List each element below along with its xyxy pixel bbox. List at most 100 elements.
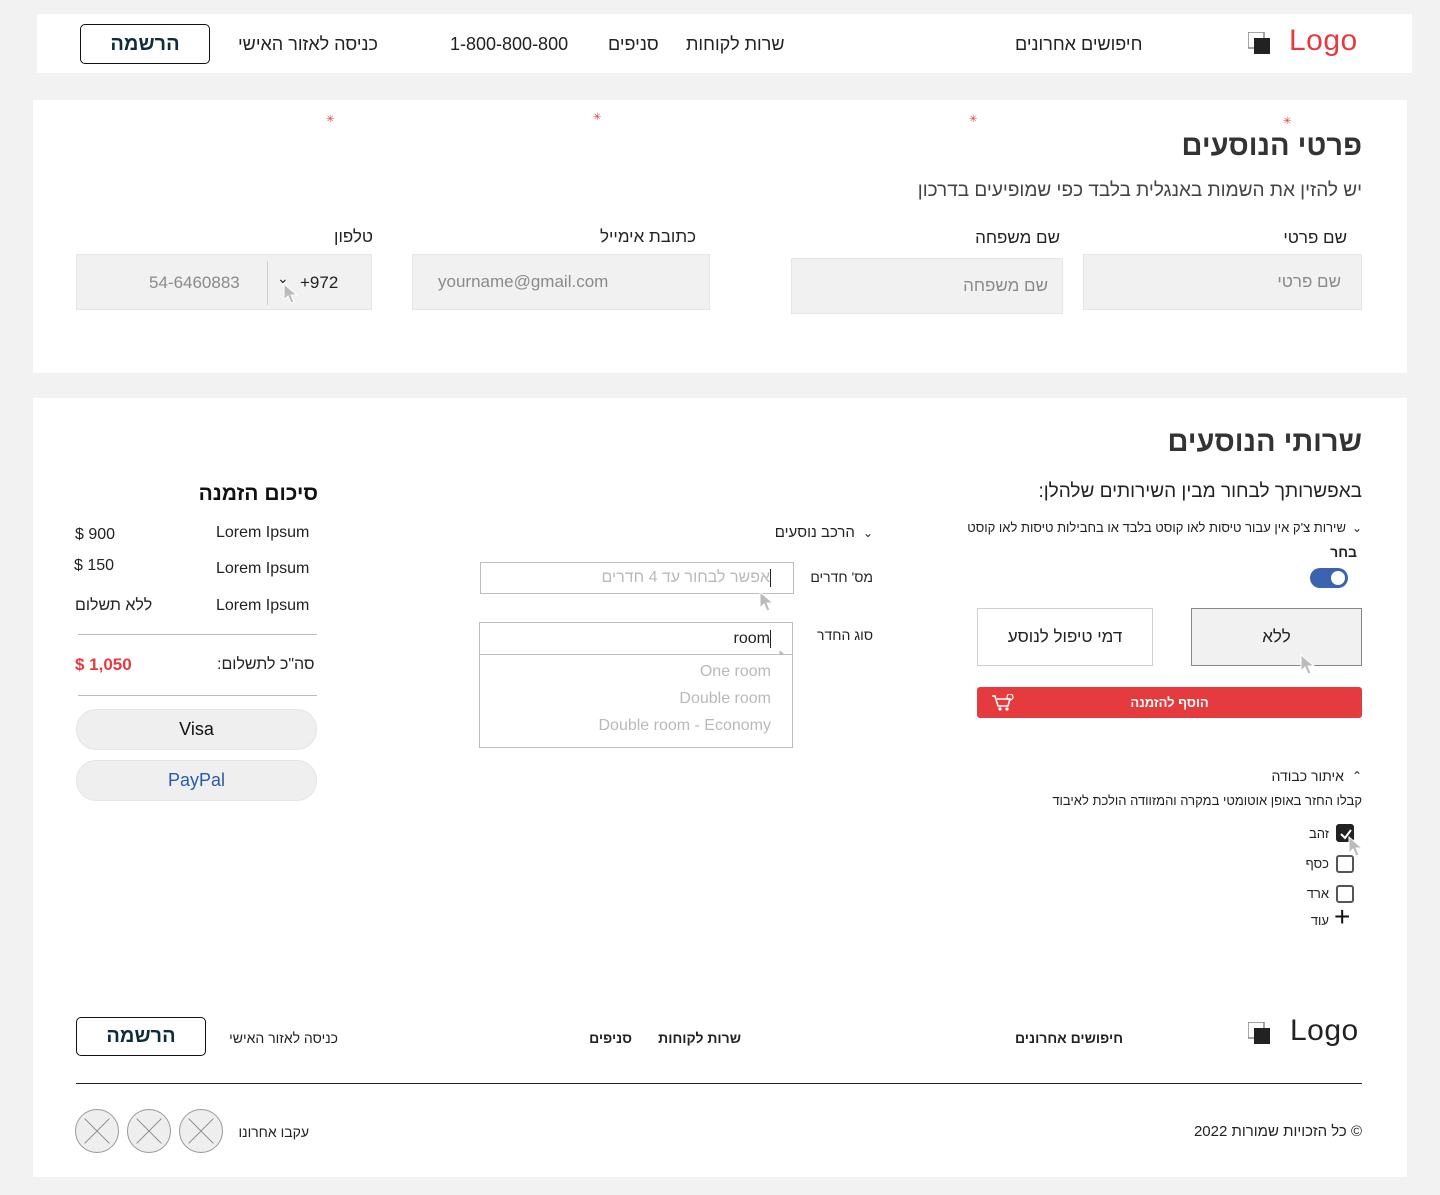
chevron-up-icon: ⌃ <box>1351 769 1362 783</box>
email-field[interactable]: yourname@gmail.com <box>412 254 710 310</box>
room-type-option[interactable]: Double room <box>679 690 771 708</box>
first-name-label: שם פרטי <box>1283 228 1347 247</box>
checkin-row[interactable]: ⌄ שירות צ'ק אין עבור טיסות לאו קוסט בלבד… <box>967 520 1362 535</box>
luggage-row[interactable]: ⌃ איתור כבודה <box>1272 768 1362 784</box>
choose-toggle[interactable] <box>1310 568 1348 588</box>
passenger-details-card: ✳ ✳ ✳ ✳ פרטי הנוסעים יש להזין את השמות ב… <box>33 100 1407 373</box>
services-title: שרותי הנוסעים <box>1167 426 1362 458</box>
footer-customer-service[interactable]: שרות לקוחות <box>658 1030 741 1046</box>
footer-recent-searches[interactable]: חיפושים אחרונים <box>1015 1030 1123 1046</box>
logo-icon <box>1248 32 1270 54</box>
passengers-title: פרטי הנוסעים <box>1181 130 1362 162</box>
total-value: $ 1,050 <box>75 655 132 674</box>
room-type-option[interactable]: One room <box>700 663 771 681</box>
social-icon[interactable] <box>179 1109 223 1153</box>
more-label[interactable]: עוד <box>1311 913 1329 928</box>
visa-button[interactable]: Visa <box>76 709 317 750</box>
footer-branches[interactable]: סניפים <box>589 1030 632 1046</box>
follow-us: עקבו אחרונו <box>238 1124 309 1140</box>
room-type-dropdown: One room Double room Double room - Econo… <box>479 654 793 748</box>
footer-register-button[interactable]: הרשמה <box>76 1017 206 1056</box>
rooms-placeholder: אפשר לבחור עד 4 חדרים <box>601 569 771 586</box>
first-name-field[interactable]: שם פרטי <box>1083 254 1362 310</box>
footer-divider <box>76 1083 1362 1084</box>
email-label: כתובת אימייל <box>600 227 696 246</box>
nav-branches[interactable]: סניפים <box>608 34 659 55</box>
paypal-button[interactable]: PayPal <box>76 760 317 801</box>
add-to-order-label: הוסף להזמנה <box>1130 695 1209 710</box>
last-name-field[interactable]: שם משפחה <box>791 258 1063 314</box>
first-name-placeholder: שם פרטי <box>1277 272 1341 291</box>
email-placeholder: yourname@gmail.com <box>438 272 609 291</box>
composition-title: הרכב נוסעים <box>774 524 855 541</box>
passengers-subtitle: יש להזין את השמות באנגלית בלבד כפי שמופי… <box>917 180 1362 201</box>
social-icon[interactable] <box>75 1109 119 1153</box>
summary-item-price: ללא תשלום <box>75 597 153 614</box>
phone-label: טלפון <box>334 227 373 246</box>
option-none-label: ללא <box>1262 627 1291 646</box>
phone-number-value: 54-6460883 <box>149 273 240 292</box>
summary-item-price: $ 900 <box>75 526 116 543</box>
luggage-silver-checkbox[interactable] <box>1336 855 1354 873</box>
social-icon[interactable] <box>127 1109 171 1153</box>
rooms-input[interactable]: אפשר לבחור עד 4 חדרים <box>480 562 794 612</box>
luggage-silver-label: כסף <box>1305 856 1329 871</box>
footer-personal-area[interactable]: כניסה לאזור האישי <box>229 1030 338 1046</box>
logo-icon <box>1248 1022 1270 1044</box>
option-none[interactable]: ללא <box>1191 608 1362 675</box>
add-to-order-button[interactable]: הוסף להזמנה <box>977 687 1362 718</box>
footer-logo[interactable]: Logo <box>1248 1014 1368 1052</box>
services-subtitle: באפשרותך לבחור מבין השירותים שלהלן: <box>1038 481 1362 502</box>
room-type-input[interactable]: room <box>479 622 794 669</box>
register-button[interactable]: הרשמה <box>80 24 210 64</box>
services-card: שרותי הנוסעים באפשרותך לבחור מבין השירות… <box>33 398 1407 1177</box>
nav-phone[interactable]: 1-800-800-800 <box>450 34 568 55</box>
summary-item-name: Lorem Ipsum <box>216 560 310 577</box>
checkin-text: שירות צ'ק אין עבור טיסות לאו קוסט בלבד א… <box>967 520 1346 535</box>
luggage-gold-label: זהב <box>1309 826 1329 841</box>
total-label: סה"כ לתשלום: <box>217 656 315 673</box>
last-name-label: שם משפחה <box>975 228 1060 247</box>
luggage-bronze-label: ארד <box>1306 886 1329 901</box>
choose-label: בחר <box>1330 544 1357 560</box>
nav-personal-area[interactable]: כניסה לאזור האישי <box>238 34 378 55</box>
copyright: © כל הזכויות שמורות 2022 <box>1193 1123 1362 1140</box>
chevron-down-icon: ⌄ <box>1351 520 1362 535</box>
summary-item-price: $ 150 <box>74 557 115 574</box>
phone-prefix[interactable]: +972 <box>300 273 338 293</box>
cart-icon <box>992 694 1014 711</box>
nav-recent-searches[interactable]: חיפושים אחרונים <box>1015 34 1142 55</box>
cursor-icon <box>1300 654 1316 675</box>
required-mark: ✳ <box>969 114 978 125</box>
summary-item-name: Lorem Ipsum <box>216 597 310 614</box>
top-header: Logo חיפושים אחרונים שרות לקוחות סניפים … <box>37 14 1412 73</box>
option-fee-label: דמי טיפול לנוסע <box>1007 627 1123 646</box>
toggle-knob <box>1331 571 1345 585</box>
required-mark: ✳ <box>326 114 335 125</box>
last-name-placeholder: שם משפחה <box>963 276 1048 295</box>
logo[interactable]: Logo <box>1248 24 1368 62</box>
room-type-option[interactable]: Double room - Economy <box>598 717 771 735</box>
rooms-label: מס' חדרים <box>810 569 873 585</box>
required-mark: ✳ <box>593 112 602 123</box>
logo-text: Logo <box>1289 24 1358 57</box>
room-type-value: room <box>733 629 770 647</box>
summary-divider <box>78 695 317 696</box>
option-fee[interactable]: דמי טיפול לנוסע <box>977 608 1153 666</box>
room-type-label: סוג החדר <box>817 627 873 643</box>
summary-divider <box>78 634 317 635</box>
logo-text: Logo <box>1290 1014 1359 1047</box>
luggage-title: איתור כבודה <box>1271 768 1344 784</box>
cursor-icon <box>283 283 299 304</box>
text-caret <box>770 569 771 587</box>
luggage-desc: קבלו החזר באופן אוטומטי במקרה והמזוודה ה… <box>1052 793 1362 808</box>
composition-row[interactable]: ⌄ הרכב נוסעים <box>775 524 873 541</box>
required-mark: ✳ <box>1283 116 1292 127</box>
summary-item-name: Lorem Ipsum <box>216 524 310 541</box>
plus-icon[interactable]: + <box>1334 903 1350 931</box>
phone-field[interactable]: 54-6460883 ⌄ +972 <box>76 254 372 310</box>
cursor-icon <box>759 591 775 612</box>
text-caret <box>770 629 771 648</box>
summary-title: סיכום הזמנה <box>198 482 318 505</box>
nav-customer-service[interactable]: שרות לקוחות <box>686 34 784 55</box>
